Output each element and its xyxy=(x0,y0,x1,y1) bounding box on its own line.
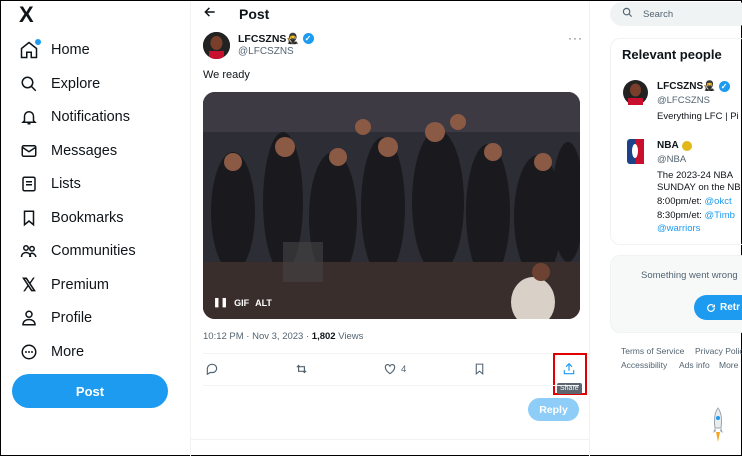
mention-link[interactable]: @warriors xyxy=(657,223,700,234)
divider xyxy=(203,353,579,354)
nav-item-notifications[interactable]: Notifications xyxy=(19,104,130,130)
like-action[interactable]: 4 xyxy=(383,361,406,377)
views-label: Views xyxy=(335,331,364,342)
post-button[interactable]: Post xyxy=(12,374,168,408)
nav-item-label: Bookmarks xyxy=(51,210,124,226)
person-bio: 8:00pm/et: @okct xyxy=(657,196,732,207)
repost-icon xyxy=(296,364,307,374)
gif-controls: ❚❚ GIF ALT xyxy=(213,297,272,308)
nav-item-label: Messages xyxy=(51,143,118,159)
person-handle[interactable]: @NBA xyxy=(657,154,686,165)
nav-item-label: Communities xyxy=(51,243,136,259)
footer-link-more[interactable]: More xyxy=(719,360,738,370)
more-options-icon[interactable]: ··· xyxy=(568,31,583,45)
nav-item-label: Profile xyxy=(51,310,93,326)
nav-item-label: Home xyxy=(51,42,90,58)
person-bio: SUNDAY on the NB xyxy=(657,182,741,193)
footer-link-privacy[interactable]: Privacy Polic xyxy=(695,346,742,356)
relevant-people-title: Relevant people xyxy=(622,47,722,62)
communities-icon xyxy=(19,241,39,261)
gold-badge-icon xyxy=(681,140,692,151)
nav-item-lists[interactable]: Lists xyxy=(19,171,81,197)
nav-item-more[interactable]: More xyxy=(19,339,84,365)
heart-icon xyxy=(384,364,396,375)
rocket-icon xyxy=(711,406,725,446)
verified-badge-icon: ✓ xyxy=(302,33,314,44)
person-bio: Everything LFC | Pi xyxy=(657,111,739,122)
list-icon xyxy=(19,174,39,194)
footer-link-accessibility[interactable]: Accessibility xyxy=(621,360,667,370)
bell-icon xyxy=(19,107,39,127)
tweet-timestamp[interactable]: 10:12 PM · Nov 3, 2023 · xyxy=(203,331,312,342)
reply-icon xyxy=(206,363,218,376)
x-logo-icon[interactable]: X xyxy=(19,4,41,26)
nav-item-profile[interactable]: Profile xyxy=(19,305,92,331)
refresh-icon xyxy=(707,303,715,312)
divider xyxy=(191,439,589,440)
envelope-icon xyxy=(19,141,39,161)
author-handle[interactable]: @LFCSZNS xyxy=(238,46,294,57)
person-bio: 8:30pm/et: @Timb xyxy=(657,210,735,221)
home-icon xyxy=(19,39,41,60)
reply-button[interactable]: Reply xyxy=(528,398,579,421)
person-bio: @warriors xyxy=(657,223,700,234)
left-nav: X Home Explore Notifications Messages Li… xyxy=(1,1,190,456)
repost-action[interactable] xyxy=(294,361,309,377)
person-icon xyxy=(19,308,39,328)
search-placeholder: Search xyxy=(643,8,674,20)
mention-link[interactable]: @Timb xyxy=(705,210,735,221)
search-icon xyxy=(19,74,39,94)
tweet-text: We ready xyxy=(203,69,250,81)
x-logo-icon: 𝕏 xyxy=(21,274,37,295)
bookmark-icon xyxy=(19,208,39,228)
page-title: Post xyxy=(239,6,270,22)
tweet-meta: 10:12 PM · Nov 3, 2023 · 1,802 Views xyxy=(203,331,363,342)
nav-item-bookmarks[interactable]: Bookmarks xyxy=(19,205,124,231)
footer-link-ads-info[interactable]: Ads info xyxy=(679,360,710,370)
more-circle-icon xyxy=(19,342,39,362)
error-message: Something went wrong xyxy=(641,270,738,281)
avatar[interactable] xyxy=(623,80,648,105)
main-column: Post LFCSZNS🥷 ✓ @LFCSZNS ··· We ready ❚❚… xyxy=(190,1,590,456)
nav-item-label: More xyxy=(51,344,85,360)
nav-item-label: Explore xyxy=(51,76,101,92)
nav-item-label: Notifications xyxy=(51,109,130,125)
nav-item-label: Lists xyxy=(51,176,81,192)
verified-badge-icon: ✓ xyxy=(718,81,730,92)
error-card xyxy=(610,255,742,333)
person-handle[interactable]: @LFCSZNS xyxy=(657,95,710,106)
nav-item-messages[interactable]: Messages xyxy=(19,138,117,164)
reply-action[interactable] xyxy=(205,361,219,377)
search-icon xyxy=(622,7,633,21)
footer-link-terms[interactable]: Terms of Service xyxy=(621,346,684,356)
author-name[interactable]: LFCSZNS🥷 ✓ xyxy=(238,32,314,45)
divider xyxy=(203,385,579,386)
gif-label: GIF xyxy=(234,297,250,308)
nav-item-explore[interactable]: Explore xyxy=(19,71,100,97)
retry-button[interactable]: Retr xyxy=(694,295,742,320)
nav-item-communities[interactable]: Communities xyxy=(19,238,136,264)
nav-item-label: Premium xyxy=(51,277,110,293)
like-count: 4 xyxy=(401,363,407,375)
person-name[interactable]: NBA xyxy=(657,140,692,151)
nav-item-home[interactable]: Home xyxy=(19,37,90,63)
bookmark-icon xyxy=(475,363,484,376)
mention-link[interactable]: @okct xyxy=(705,196,732,207)
bookmark-action[interactable] xyxy=(473,361,486,377)
search-input[interactable]: Search xyxy=(610,2,742,26)
alt-label[interactable]: ALT xyxy=(255,298,272,308)
person-bio: The 2023-24 NBA xyxy=(657,170,734,181)
arrow-left-icon[interactable] xyxy=(203,5,217,23)
gif-frame xyxy=(203,92,580,319)
pause-icon[interactable]: ❚❚ xyxy=(213,297,228,308)
avatar[interactable] xyxy=(203,32,230,59)
nba-logo-icon[interactable] xyxy=(623,139,648,164)
person-name[interactable]: LFCSZNS🥷 ✓ xyxy=(657,81,730,92)
views-count: 1,802 xyxy=(311,331,336,342)
nav-item-premium[interactable]: 𝕏 Premium xyxy=(19,272,109,298)
tweet-media-gif[interactable]: ❚❚ GIF ALT xyxy=(203,92,580,319)
